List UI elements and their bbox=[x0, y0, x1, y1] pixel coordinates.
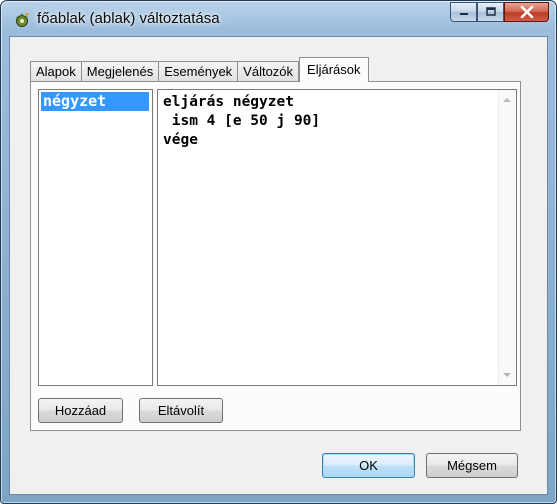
close-icon bbox=[520, 6, 533, 18]
ok-button[interactable]: OK bbox=[322, 453, 415, 478]
close-button[interactable] bbox=[504, 2, 549, 22]
scroll-down-arrow-icon[interactable] bbox=[503, 373, 511, 377]
gear-icon bbox=[13, 11, 31, 29]
dialog-window: főablak (ablak) változtatása Alapok Megj… bbox=[0, 0, 557, 504]
tab-alapok[interactable]: Alapok bbox=[30, 61, 82, 82]
tab-eljarasok[interactable]: Eljárások bbox=[299, 57, 369, 82]
procedure-code-editor[interactable]: eljárás négyzet ism 4 [e 50 j 90] vége bbox=[157, 89, 517, 386]
maximize-icon bbox=[485, 7, 496, 16]
procedure-list[interactable]: négyzet bbox=[38, 89, 153, 386]
minimize-button[interactable] bbox=[450, 2, 477, 22]
tab-strip: Alapok Megjelenés Események Változók Elj… bbox=[30, 57, 369, 82]
tab-valtozok[interactable]: Változók bbox=[237, 61, 300, 82]
caption-buttons bbox=[450, 2, 549, 23]
remove-procedure-button[interactable]: Eltávolít bbox=[139, 398, 223, 423]
list-item[interactable]: négyzet bbox=[41, 92, 149, 111]
tab-esemenyek[interactable]: Események bbox=[158, 61, 239, 82]
window-title: főablak (ablak) változtatása bbox=[37, 10, 220, 27]
cancel-button[interactable]: Mégsem bbox=[426, 453, 518, 478]
add-procedure-button[interactable]: Hozzáad bbox=[38, 398, 123, 423]
editor-scrollbar[interactable] bbox=[498, 90, 516, 385]
scroll-up-arrow-icon[interactable] bbox=[503, 98, 511, 102]
code-text[interactable]: eljárás négyzet ism 4 [e 50 j 90] vége bbox=[163, 93, 320, 150]
maximize-button[interactable] bbox=[477, 2, 504, 22]
minimize-icon bbox=[459, 13, 468, 15]
tab-megjelenes[interactable]: Megjelenés bbox=[80, 61, 160, 82]
title-bar[interactable]: főablak (ablak) változtatása bbox=[1, 1, 556, 35]
